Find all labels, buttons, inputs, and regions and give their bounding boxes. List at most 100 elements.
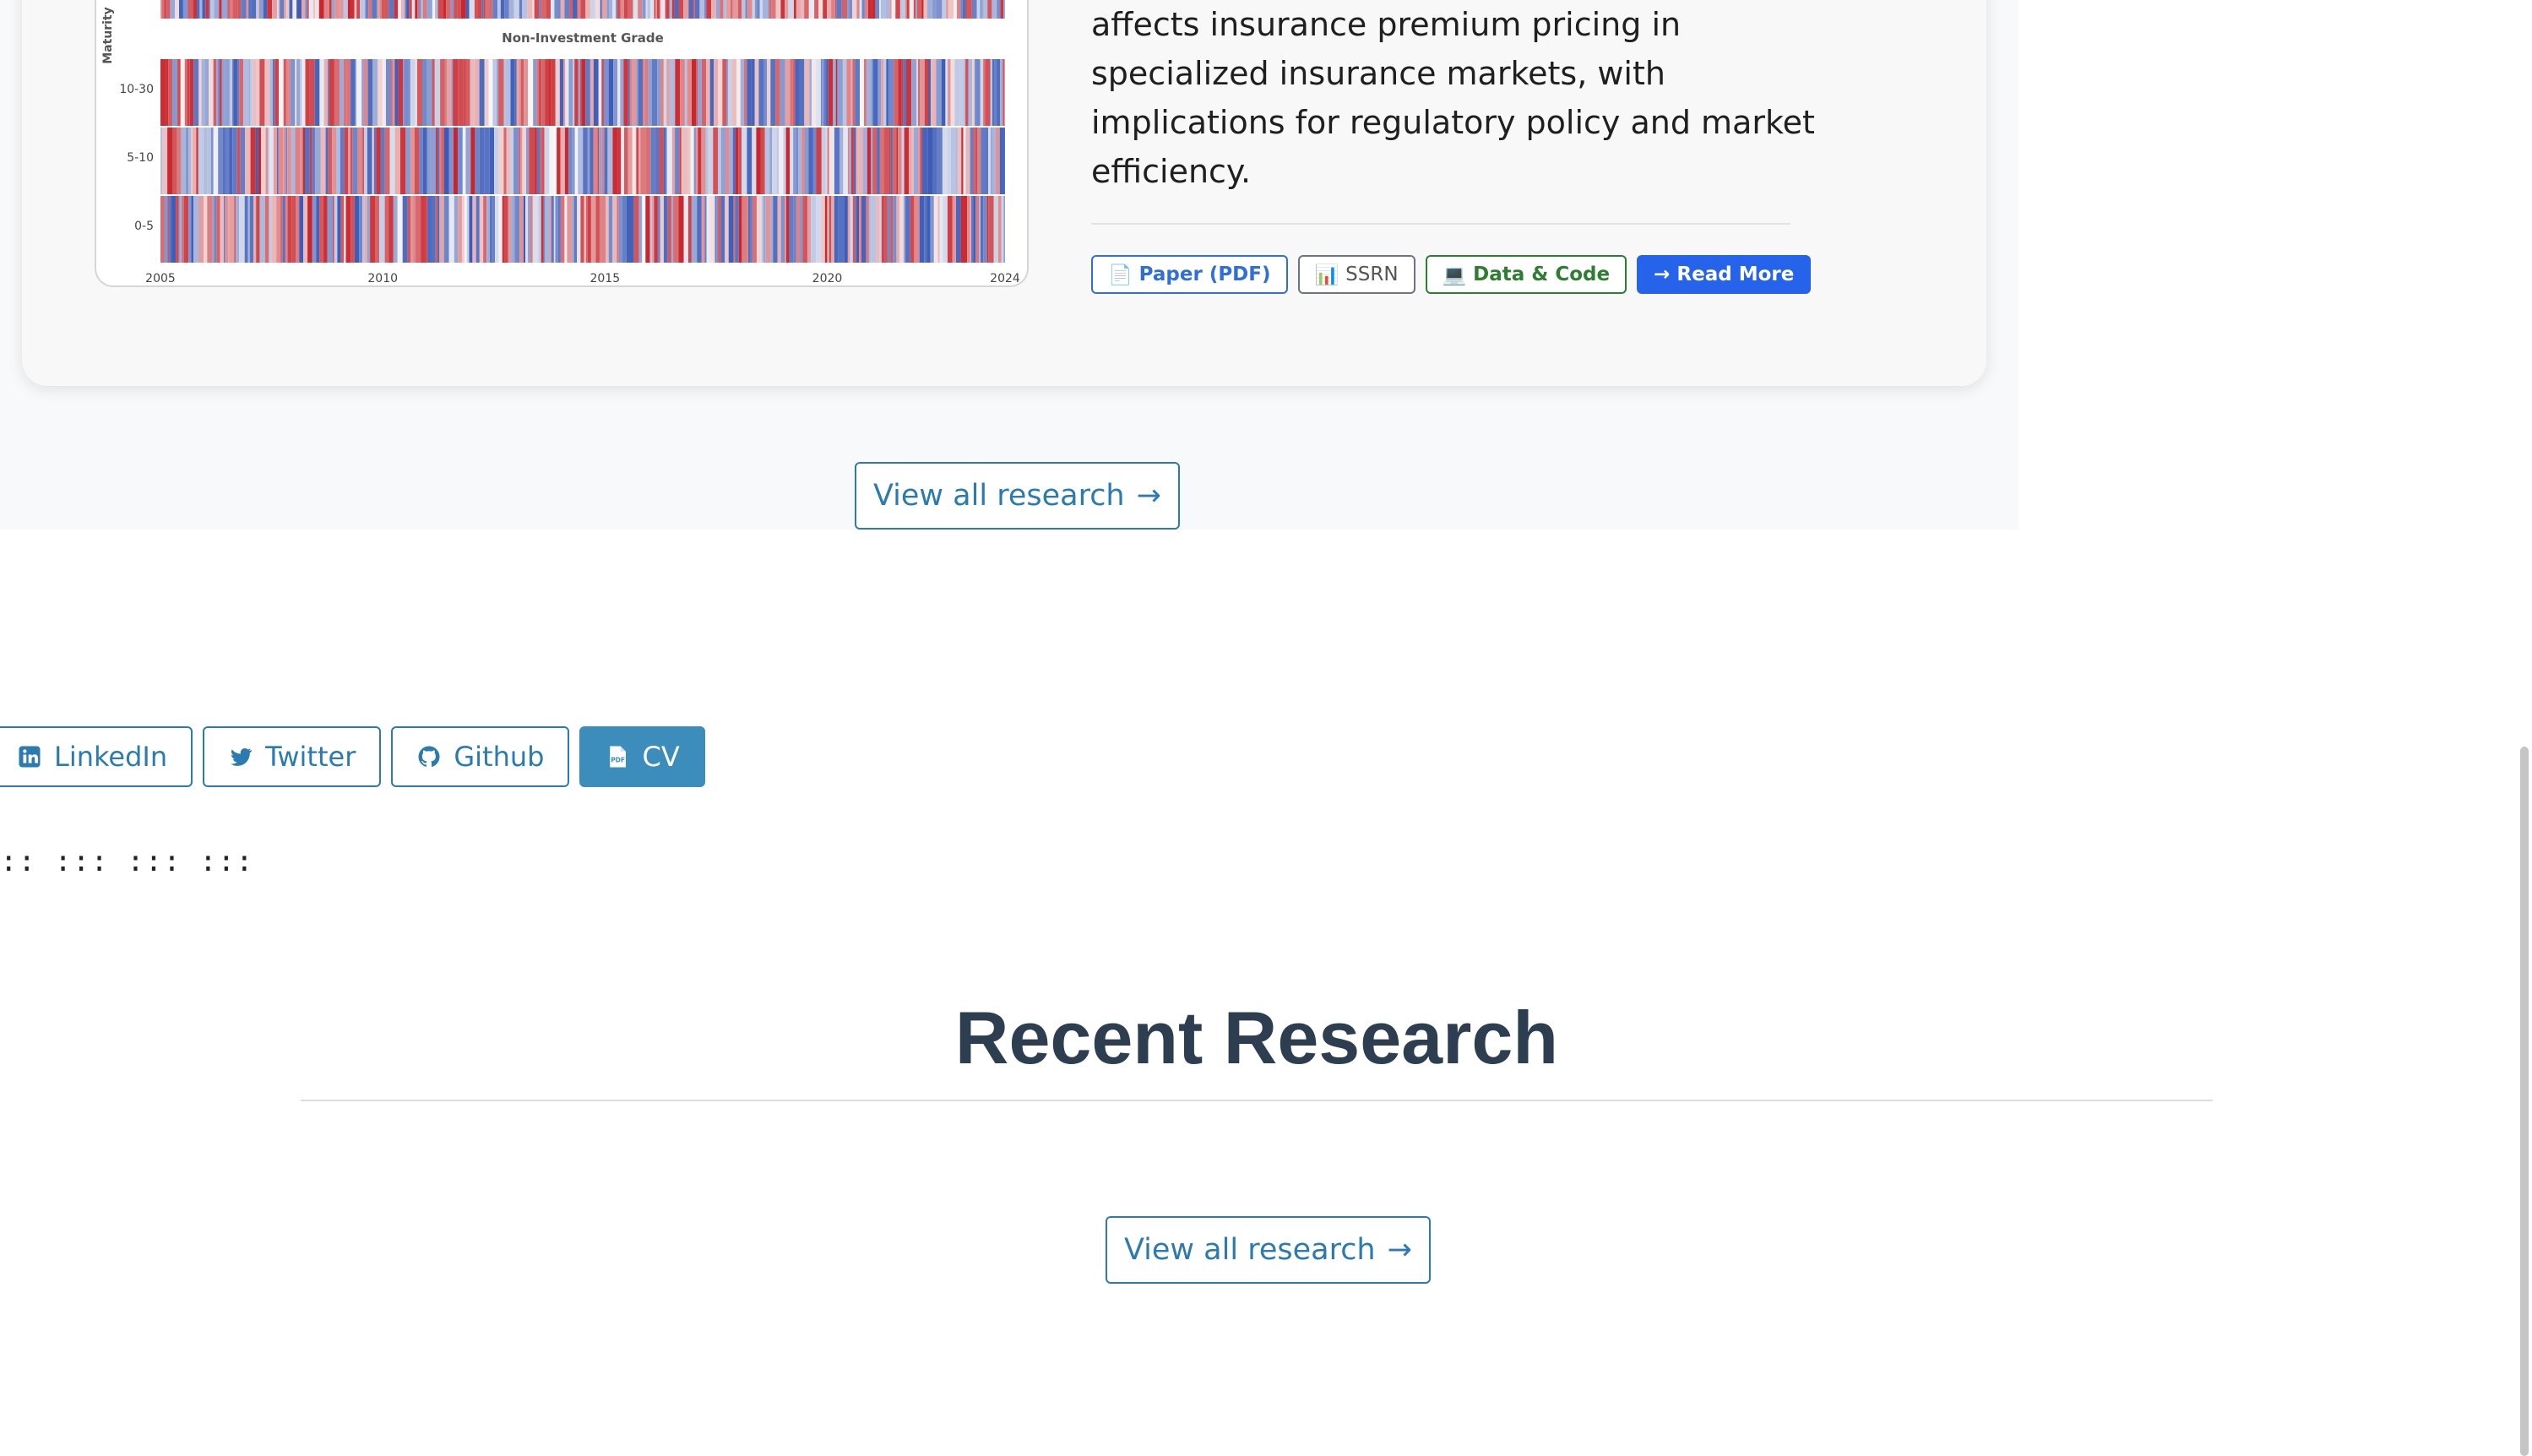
heatmap-cell	[367, 128, 372, 194]
linkedin-button[interactable]: LinkedIn	[0, 726, 193, 787]
ssrn-button[interactable]: 📊 SSRN	[1297, 255, 1415, 294]
heatmap-cell	[924, 196, 927, 263]
heatmap-cell	[251, 0, 257, 19]
heatmap-cell	[465, 128, 471, 194]
heatmap-cell	[872, 0, 876, 19]
heatmap-cell	[856, 128, 859, 194]
heatmap-cell	[214, 0, 220, 19]
heatmap-cell	[765, 196, 771, 263]
heatmap-row-5-10	[160, 128, 1005, 194]
heatmap-cell	[350, 128, 353, 194]
heatmap-cell	[205, 0, 209, 19]
heatmap-cell	[883, 59, 887, 126]
heatmap-cell	[350, 196, 355, 263]
heatmap-cell	[841, 0, 847, 19]
heatmap-cell	[180, 59, 185, 126]
heatmap-cell	[222, 128, 225, 194]
heatmap-cell	[898, 128, 902, 194]
heatmap-cell	[577, 0, 581, 19]
read-more-button[interactable]: → Read More	[1637, 255, 1812, 294]
heatmap-cell	[764, 128, 770, 194]
heatmap-cell	[329, 0, 332, 19]
heatmap-cell	[694, 0, 700, 19]
heatmap-cell	[827, 0, 832, 19]
heatmap-cell	[730, 0, 733, 19]
heatmap-cell	[587, 196, 591, 263]
heatmap-cell	[415, 59, 417, 126]
heatmap-cell	[590, 128, 594, 194]
heatmap-cell	[481, 196, 484, 263]
heatmap-cell	[773, 196, 778, 263]
heatmap-cell	[821, 128, 826, 194]
heatmap-cell	[164, 196, 168, 263]
heatmap-cell	[213, 59, 217, 126]
heatmap-cell	[669, 59, 676, 126]
heatmap-cell	[400, 128, 406, 194]
linkedin-label: LinkedIn	[54, 741, 168, 773]
heatmap-cell	[796, 196, 801, 263]
heatmap-cell	[621, 128, 624, 194]
heatmap-cell	[888, 128, 891, 194]
heatmap-cell	[207, 128, 211, 194]
heatmap-cell	[896, 196, 900, 263]
heatmap-cell	[186, 128, 189, 194]
heatmap-cell	[523, 196, 525, 263]
paper-pdf-button[interactable]: 📄 Paper (PDF)	[1091, 255, 1288, 294]
heatmap-cell	[448, 196, 454, 263]
heatmap-cell	[842, 59, 847, 126]
heatmap-cell	[250, 128, 256, 194]
heatmap-cell	[299, 196, 303, 263]
heatmap-cell	[996, 59, 1001, 126]
heatmap-cell	[229, 128, 233, 194]
heatmap-cell	[484, 59, 489, 126]
x-tick-label: 2005	[145, 272, 176, 285]
heatmap-cell	[219, 0, 222, 19]
heatmap-cell	[453, 128, 459, 194]
y-tick-label: 5-10	[127, 151, 154, 165]
heatmap-cell	[714, 59, 718, 126]
heatmap-cell	[850, 59, 853, 126]
heatmap-cell	[398, 0, 399, 19]
heatmap-cell	[388, 0, 394, 19]
heatmap-cell	[479, 128, 485, 194]
heatmap-cell	[608, 196, 613, 263]
heatmap-cell	[228, 196, 230, 263]
heatmap-cell	[687, 128, 691, 194]
heatmap-cell	[747, 59, 752, 126]
heatmap-cell	[177, 59, 181, 126]
heatmap-cell	[585, 59, 590, 126]
heatmap-cell	[373, 128, 377, 194]
heatmap-cell	[975, 196, 980, 263]
heatmap-cell	[636, 59, 638, 126]
heatmap-cell	[671, 196, 674, 263]
heatmap-cell	[419, 0, 421, 19]
heatmap-cell	[549, 128, 552, 194]
heatmap-cell	[859, 196, 861, 263]
data-code-button[interactable]: 💻 Data & Code	[1425, 255, 1627, 294]
heatmap-cell	[790, 59, 793, 126]
heatmap-cell	[379, 0, 383, 19]
view-all-research-button[interactable]: View all research →	[1106, 1216, 1431, 1284]
heatmap-cell	[711, 0, 716, 19]
heatmap-cell	[606, 0, 609, 19]
heatmap-cell	[988, 196, 994, 263]
twitter-button[interactable]: Twitter	[203, 726, 382, 787]
github-button[interactable]: Github	[391, 726, 570, 787]
heatmap-cell	[910, 196, 915, 263]
heatmap-cell	[601, 0, 607, 19]
heatmap-cell	[334, 0, 340, 19]
heatmap-cell	[649, 0, 655, 19]
heatmap-cell	[638, 196, 643, 263]
cv-button[interactable]: PDF CV	[579, 726, 705, 787]
heatmap-cell	[394, 59, 399, 126]
heatmap-cell	[606, 196, 609, 263]
heatmap-cell	[994, 59, 997, 126]
heatmap-cell	[732, 0, 738, 19]
scrollbar-thumb[interactable]	[2520, 747, 2529, 1456]
view-all-research-button-top[interactable]: View all research →	[855, 462, 1180, 530]
heatmap-cell	[220, 196, 224, 263]
recent-research-heading: Recent Research	[954, 996, 1559, 1079]
heatmap-cell	[857, 196, 859, 263]
heatmap-row-0-5	[160, 196, 1005, 263]
heatmap-cell	[278, 128, 284, 194]
